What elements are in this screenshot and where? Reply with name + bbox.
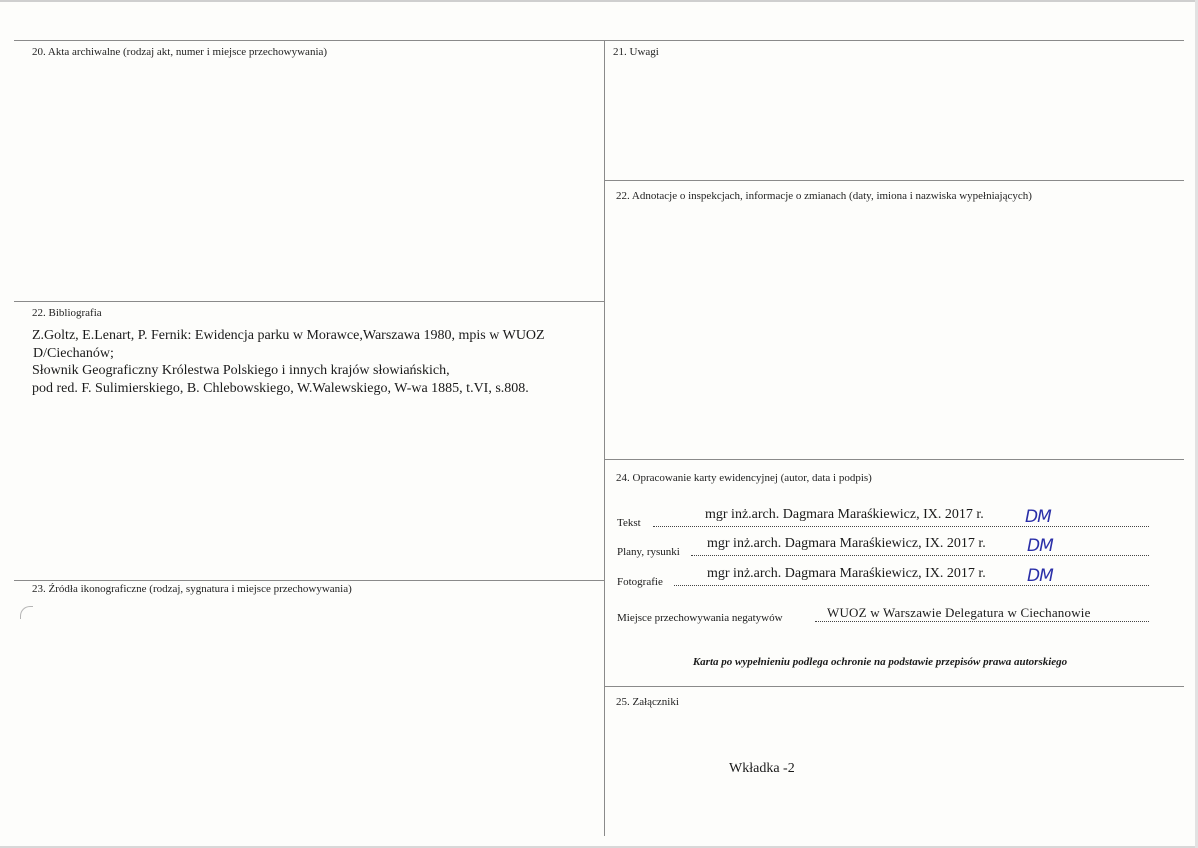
rule-left-bibliography [14,301,604,302]
section-24-label: 24. Opracowanie karty ewidencyjnej (auto… [616,472,872,484]
negatives-row: Miejsce przechowywania negatywów WUOZ w … [617,602,1149,624]
section-21-label: 21. Uwagi [613,46,659,58]
dotted-line [674,584,1149,586]
negatives-label: Miejsce przechowywania negatywów [617,612,783,624]
row-label: Plany, rysunki [617,546,680,558]
rule-left-sources [14,580,604,581]
author-value: mgr inż.arch. Dagmara Maraśkiewicz, IX. … [707,566,986,581]
bibliography-line: pod red. F. Sulimierskiego, B. Chlebowsk… [32,380,529,396]
record-card-page: 20. Akta archiwalne (rodzaj akt, numer i… [0,0,1198,848]
copyright-note: Karta po wypełnieniu podlega ochronie na… [692,656,1068,668]
author-value: mgr inż.arch. Dagmara Maraśkiewicz, IX. … [705,507,984,522]
section-25-label: 25. Załączniki [616,696,679,708]
negatives-value: WUOZ w Warszawie Delegatura w Ciechanowi… [827,605,1091,620]
signature-initials: DM [1025,507,1052,527]
section-22-annotations-label: 22. Adnotacje o inspekcjach, informacje … [616,190,1032,202]
signature-initials: DM [1027,536,1054,556]
section-22-bibliography-label: 22. Bibliografia [32,307,102,319]
authorship-row-photos: Fotografie mgr inż.arch. Dagmara Maraśki… [617,566,1149,588]
bibliography-line: D/Ciechanów; [33,345,114,361]
dotted-line [691,554,1149,556]
top-rule [14,40,1184,41]
rule-right-authorship [605,459,1184,460]
bibliography-text: Z.Goltz, E.Lenart, P. Fernik: Ewidencja … [32,327,602,397]
bibliography-line: Z.Goltz, E.Lenart, P. Fernik: Ewidencja … [32,328,545,343]
section-20-label: 20. Akta archiwalne (rodzaj akt, numer i… [32,46,328,58]
scan-mark [20,606,33,619]
section-23-label: 23. Źródła ikonograficzne (rodzaj, sygna… [32,583,352,595]
authorship-row-text: Tekst mgr inż.arch. Dagmara Maraśkiewicz… [617,507,1149,529]
attachment-item: Wkładka -2 [729,761,795,776]
rule-right-attachments [605,686,1184,687]
rule-right-inspections [605,180,1184,181]
signature-initials: DM [1027,566,1054,586]
bibliography-line: Słownik Geograficzny Królestwa Polskiego… [32,363,450,378]
author-value: mgr inż.arch. Dagmara Maraśkiewicz, IX. … [707,536,986,551]
dotted-line [653,525,1149,527]
row-label: Tekst [617,517,641,529]
scan-edge-top [0,0,1198,2]
column-divider [604,40,605,836]
row-label: Fotografie [617,576,663,588]
authorship-row-plans: Plany, rysunki mgr inż.arch. Dagmara Mar… [617,536,1149,558]
